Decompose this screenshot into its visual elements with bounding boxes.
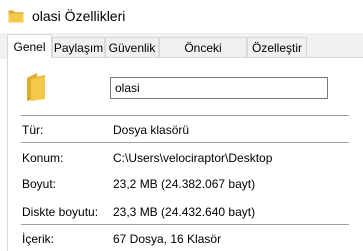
tab-security[interactable]: Güvenlik [105, 37, 159, 57]
window-title: olasi Özellikleri [32, 8, 126, 24]
divider [21, 142, 349, 143]
tab-previous-versions[interactable]: Önceki Sürümler [159, 37, 247, 75]
folder-name-input[interactable] [110, 77, 328, 99]
location-label: Konum: [22, 151, 64, 165]
size-on-disk-value: 23,3 MB (24.432.640 bayt) [113, 205, 256, 219]
folder-icon [8, 10, 24, 23]
title-bar: olasi Özellikleri [0, 0, 363, 33]
type-value: Dosya klasörü [113, 123, 190, 137]
contains-label: İçerik: [22, 232, 55, 246]
size-on-disk-label: Diskte boyutu: [22, 205, 99, 219]
location-value: C:\Users\velociraptor\Desktop [113, 151, 273, 165]
tab-customize[interactable]: Özelleştir [247, 37, 307, 57]
tab-general[interactable]: Genel [7, 34, 52, 58]
size-value: 23,2 MB (24.382.067 bayt) [113, 177, 256, 191]
divider [21, 115, 349, 116]
type-label: Tür: [22, 123, 44, 137]
folder-icon [27, 73, 45, 101]
size-label: Boyut: [22, 177, 57, 191]
contains-value: 67 Dosya, 16 Klasör [113, 232, 222, 246]
divider [21, 224, 349, 225]
tab-sharing[interactable]: Paylaşım [52, 37, 105, 57]
